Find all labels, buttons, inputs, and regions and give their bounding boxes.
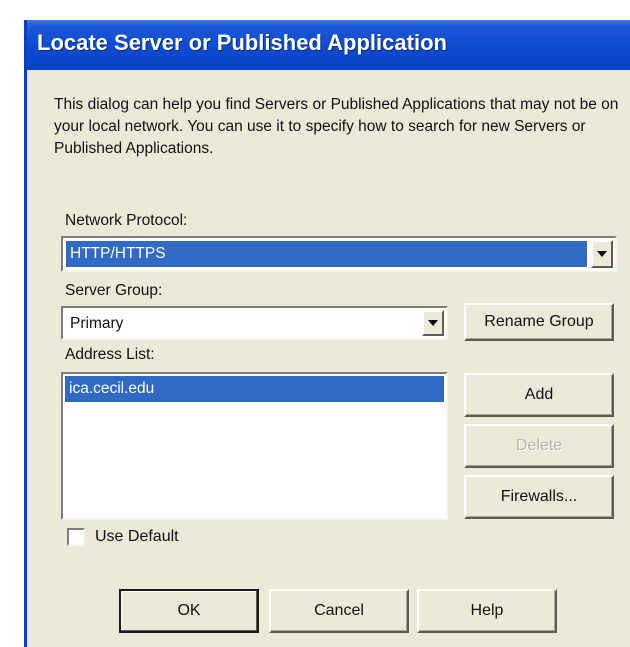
address-listbox[interactable]: ica.cecil.edu	[61, 372, 448, 520]
chevron-down-icon	[597, 251, 607, 257]
server-group-dropdown[interactable]: Primary	[61, 306, 448, 340]
title-bar[interactable]: Locate Server or Published Application	[27, 20, 630, 70]
use-default-label[interactable]: Use Default	[95, 528, 179, 546]
server-group-label: Server Group:	[65, 282, 163, 299]
firewalls-button[interactable]: Firewalls...	[464, 475, 614, 519]
address-list-label: Address List:	[65, 346, 155, 363]
chevron-down-icon	[428, 320, 438, 326]
network-protocol-label: Network Protocol:	[65, 212, 188, 229]
use-default-checkbox[interactable]	[67, 528, 85, 546]
address-list-item[interactable]: ica.cecil.edu	[65, 376, 444, 402]
dialog-description: This dialog can help you find Servers or…	[54, 96, 619, 157]
network-protocol-dropdown-button[interactable]	[591, 240, 613, 268]
cancel-button[interactable]: Cancel	[269, 589, 409, 633]
server-group-value: Primary	[70, 315, 124, 332]
rename-group-button[interactable]: Rename Group	[464, 303, 614, 341]
delete-button: Delete	[464, 424, 614, 468]
network-protocol-dropdown[interactable]: HTTP/HTTPS	[61, 236, 617, 272]
server-group-dropdown-button[interactable]	[422, 310, 444, 336]
dialog-title: Locate Server or Published Application	[37, 30, 447, 55]
ok-button[interactable]: OK	[119, 589, 259, 633]
network-protocol-value: HTTP/HTTPS	[66, 241, 587, 267]
help-button[interactable]: Help	[417, 589, 557, 633]
add-button[interactable]: Add	[464, 373, 614, 417]
locate-server-dialog: Locate Server or Published Application T…	[24, 20, 630, 647]
